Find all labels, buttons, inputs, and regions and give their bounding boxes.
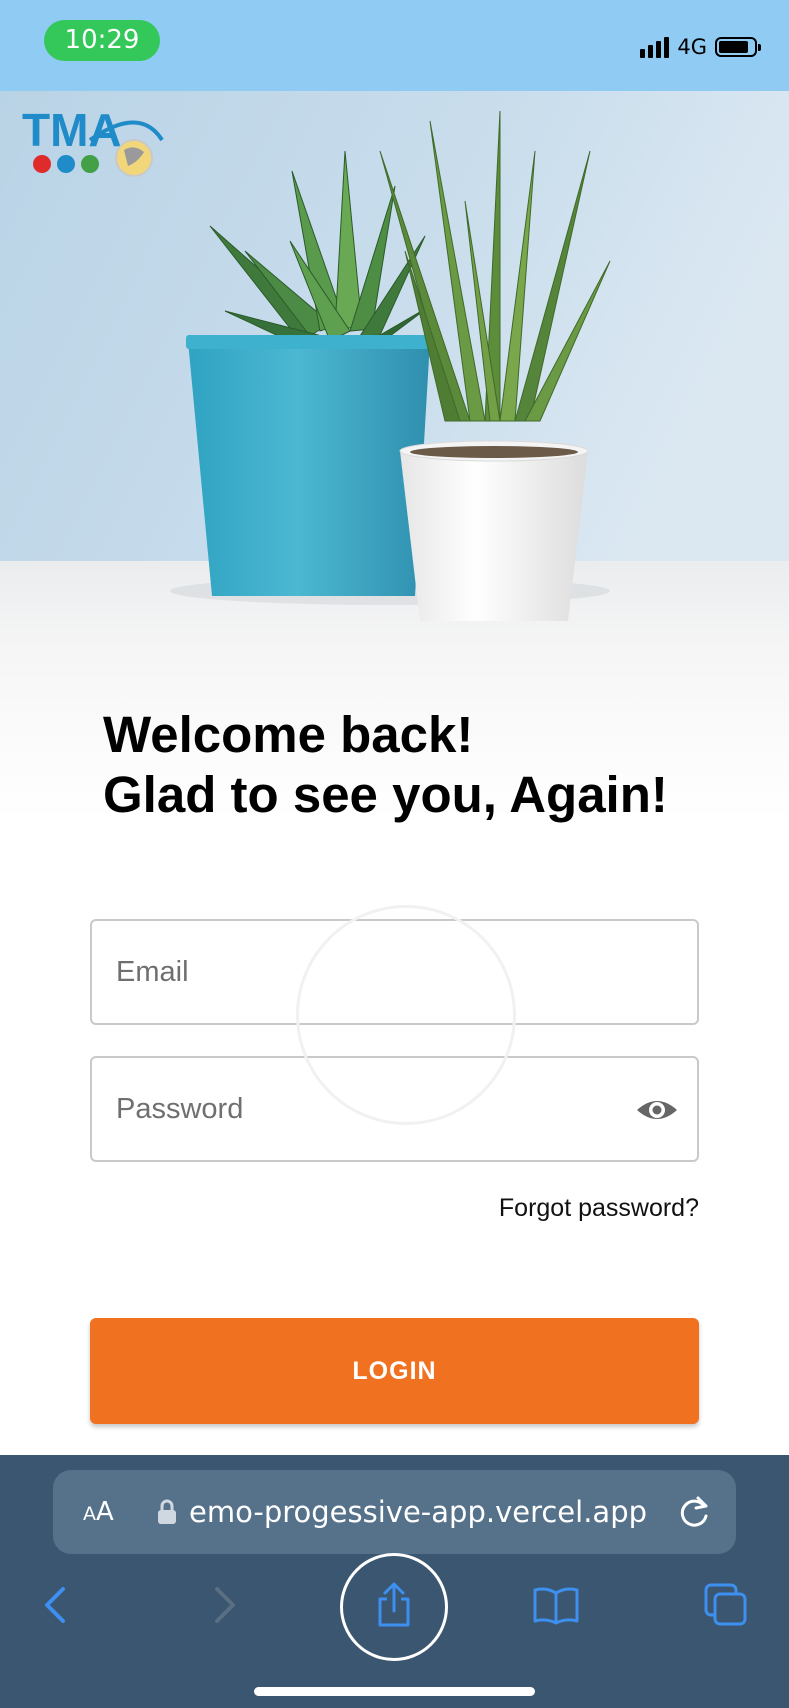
reload-icon[interactable] <box>676 1492 712 1532</box>
home-indicator <box>254 1687 535 1696</box>
battery-level <box>719 41 748 53</box>
login-screen: 10:29 4G TMA Welcome back! Glad to see y… <box>0 0 789 1708</box>
password-field[interactable] <box>90 1056 699 1162</box>
bookmarks-icon[interactable] <box>526 1575 586 1635</box>
status-bar: 10:29 4G <box>0 0 789 91</box>
address-bar[interactable]: AA emo-progessive-app.vercel.app <box>53 1470 736 1554</box>
url-text[interactable]: emo-progessive-app.vercel.app <box>189 1492 659 1532</box>
status-indicators: 4G <box>640 32 761 62</box>
browser-toolbar: AA emo-progessive-app.vercel.app <box>0 1455 789 1708</box>
show-password-eye-icon[interactable] <box>635 1090 679 1130</box>
text-size-button[interactable]: AA <box>83 1495 114 1531</box>
welcome-line-1: Welcome back! <box>103 706 474 763</box>
clock: 10:29 <box>44 20 160 61</box>
back-icon[interactable] <box>26 1575 86 1635</box>
cellular-signal-icon <box>640 36 670 58</box>
tma-logo: TMA <box>20 100 170 180</box>
welcome-line-2: Glad to see you, Again! <box>103 766 668 823</box>
share-icon[interactable] <box>364 1575 424 1635</box>
welcome-heading: Welcome back! Glad to see you, Again! <box>103 705 743 825</box>
tabs-icon[interactable] <box>696 1575 756 1635</box>
email-field[interactable] <box>90 919 699 1025</box>
url-value: emo-progessive-app.vercel.app <box>189 1495 648 1529</box>
network-type: 4G <box>677 35 707 59</box>
forgot-password-link[interactable]: Forgot password? <box>499 1194 699 1223</box>
forward-icon[interactable] <box>194 1575 254 1635</box>
lock-icon <box>158 1499 176 1524</box>
email-input[interactable] <box>116 921 596 1023</box>
password-input[interactable] <box>116 1058 596 1160</box>
battery-icon <box>715 37 761 57</box>
login-button[interactable]: LOGIN <box>90 1318 699 1424</box>
